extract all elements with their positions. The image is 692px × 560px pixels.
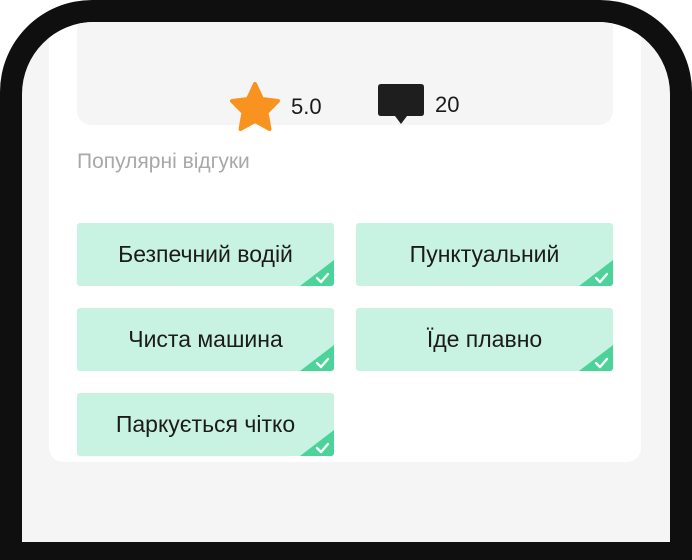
phone-screen: 5.0 20 Популярні відгуки Безпечний водій [22, 22, 670, 542]
popular-reviews-title: Популярні відгуки [77, 150, 250, 173]
review-tag[interactable]: Їде плавно [356, 308, 613, 371]
check-icon [579, 345, 613, 371]
check-icon [579, 260, 613, 286]
tag-label: Безпечний водій [118, 241, 293, 267]
review-tag[interactable]: Паркується чітко [77, 393, 334, 456]
tag-label: Пунктуальний [409, 241, 560, 267]
phone-frame: 5.0 20 Популярні відгуки Безпечний водій [0, 0, 692, 560]
star-icon [229, 82, 281, 132]
stats-box: 5.0 20 [77, 22, 613, 131]
rating-stat: 5.0 [229, 82, 322, 132]
check-icon [300, 345, 334, 371]
rating-value: 5.0 [291, 94, 322, 119]
review-tag[interactable]: Пунктуальний [356, 223, 613, 286]
comment-icon [377, 82, 425, 128]
check-icon [300, 260, 334, 286]
reviews-stat: 20 [377, 82, 459, 128]
review-tag[interactable]: Чиста машина [77, 308, 334, 371]
review-tag[interactable]: Безпечний водій [77, 223, 334, 286]
reviews-count: 20 [435, 92, 460, 117]
tag-label: Чиста машина [128, 326, 283, 352]
tag-label: Їде плавно [426, 326, 543, 352]
driver-review-card: 5.0 20 Популярні відгуки Безпечний водій [49, 22, 641, 462]
check-icon [300, 430, 334, 456]
tag-label: Паркується чітко [115, 411, 296, 437]
